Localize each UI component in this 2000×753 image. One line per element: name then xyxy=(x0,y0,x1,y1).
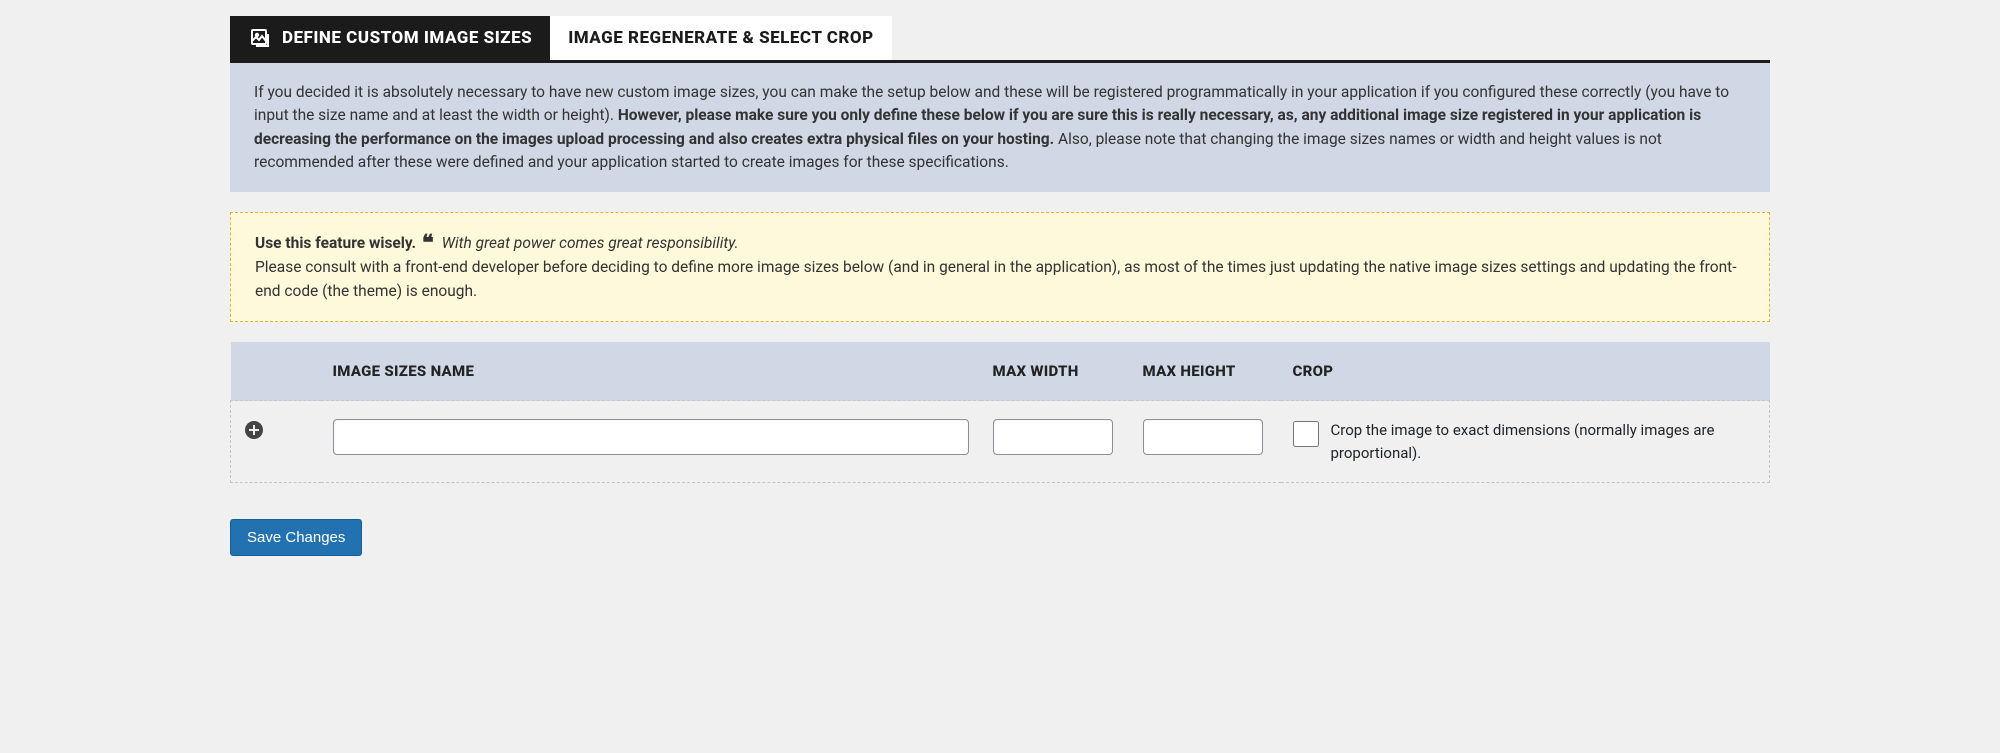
warning-quote: With great power comes great responsibil… xyxy=(442,234,739,252)
quote-icon: ❝ xyxy=(422,233,434,255)
tab-regenerate-crop[interactable]: IMAGE REGENERATE & SELECT CROP xyxy=(550,16,891,60)
warning-banner: Use this feature wisely. ❝ With great po… xyxy=(230,212,1770,322)
tabs: DEFINE CUSTOM IMAGE SIZES IMAGE REGENERA… xyxy=(230,16,1770,63)
warning-heading: Use this feature wisely. xyxy=(255,234,416,252)
save-button[interactable]: Save Changes xyxy=(230,519,362,556)
col-max-width: MAX WIDTH xyxy=(981,342,1131,401)
plus-circle-icon xyxy=(244,420,264,440)
table-row: Crop the image to exact dimensions (norm… xyxy=(231,401,1770,483)
col-crop: CROP xyxy=(1281,342,1770,401)
tab-label: DEFINE CUSTOM IMAGE SIZES xyxy=(282,28,532,48)
crop-label: Crop the image to exact dimensions (norm… xyxy=(1331,419,1758,464)
col-max-height: MAX HEIGHT xyxy=(1131,342,1281,401)
tab-define-custom-sizes[interactable]: DEFINE CUSTOM IMAGE SIZES xyxy=(230,16,550,60)
warning-body: Please consult with a front-end develope… xyxy=(255,258,1737,300)
crop-checkbox[interactable] xyxy=(1293,421,1319,447)
col-name: IMAGE SIZES NAME xyxy=(321,342,981,401)
size-name-input[interactable] xyxy=(333,419,969,455)
max-width-input[interactable] xyxy=(993,419,1113,455)
image-stack-icon xyxy=(248,26,272,50)
image-sizes-table: IMAGE SIZES NAME MAX WIDTH MAX HEIGHT CR… xyxy=(230,342,1770,483)
add-row-button[interactable] xyxy=(243,419,265,441)
tab-label: IMAGE REGENERATE & SELECT CROP xyxy=(568,28,873,48)
col-action xyxy=(231,342,321,401)
info-banner: If you decided it is absolutely necessar… xyxy=(230,63,1770,192)
max-height-input[interactable] xyxy=(1143,419,1263,455)
